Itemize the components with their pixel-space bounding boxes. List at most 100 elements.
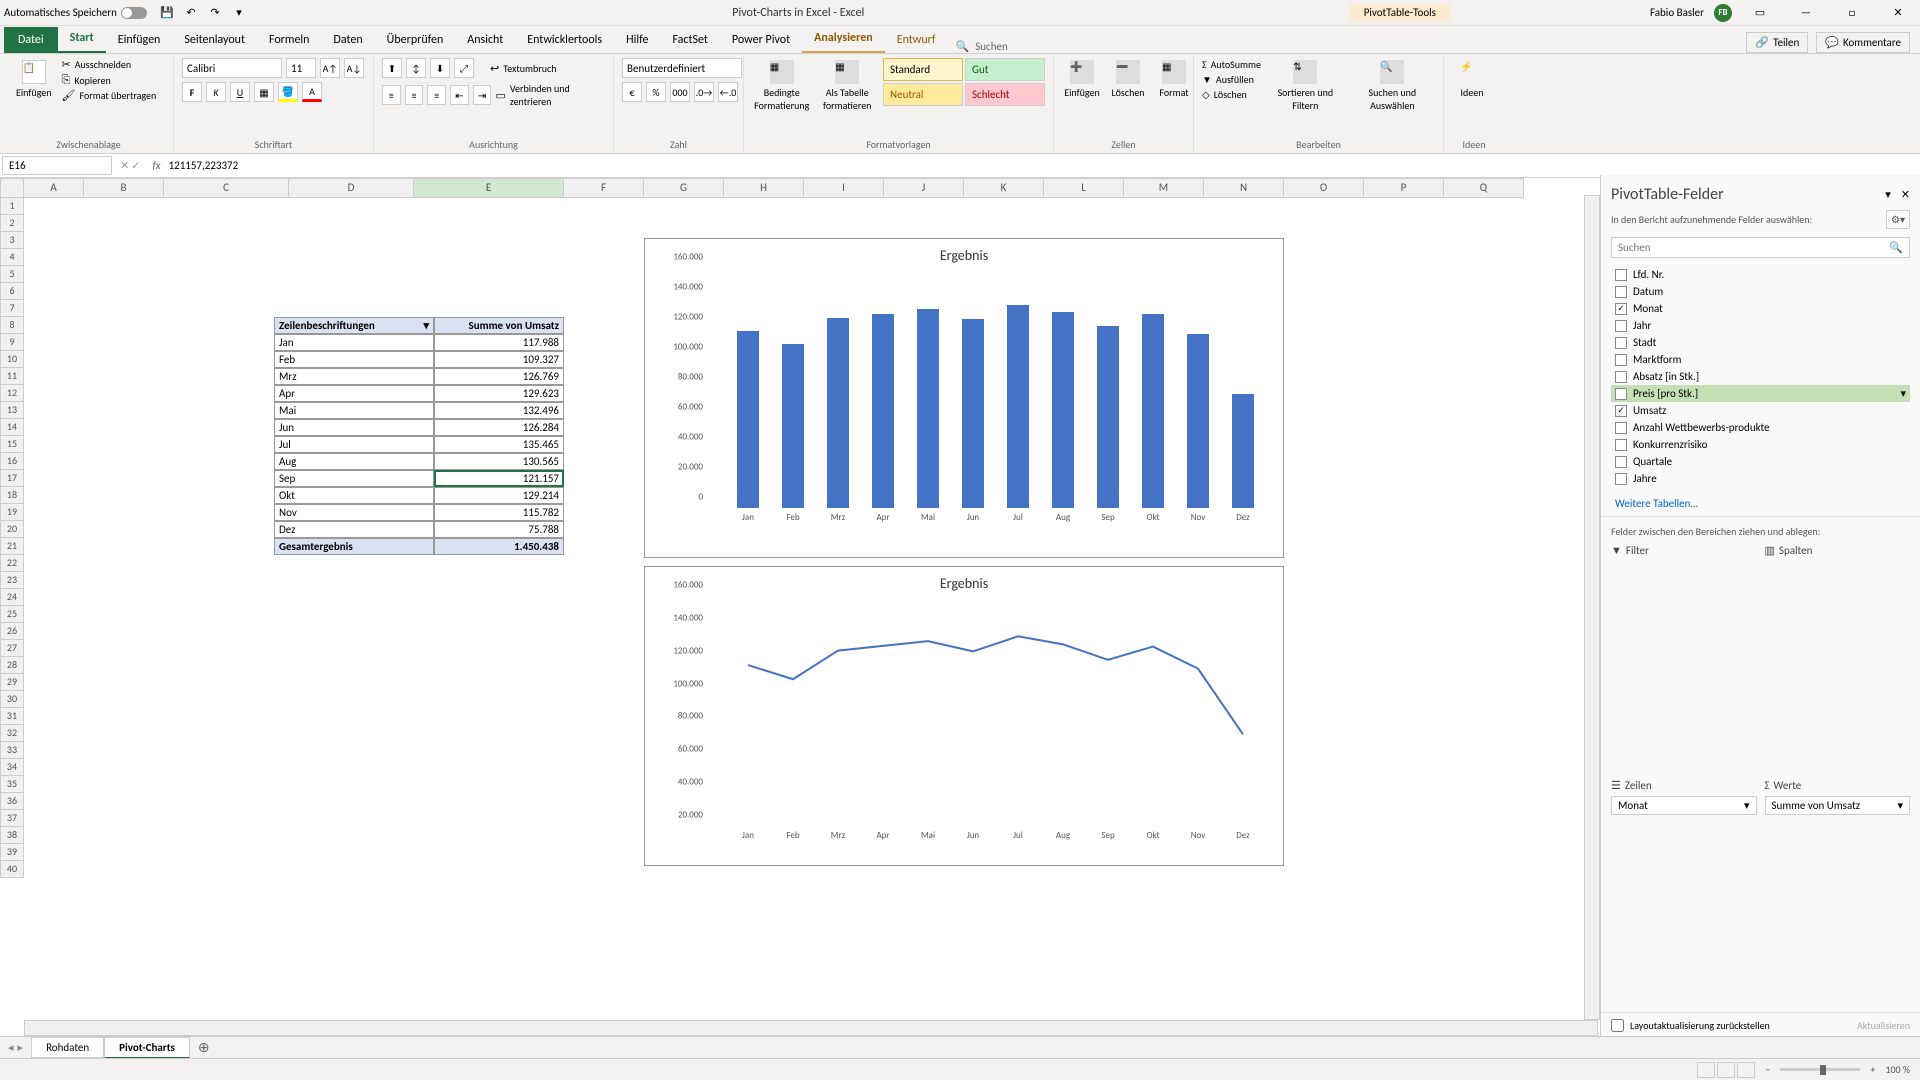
zoom-slider[interactable] (1780, 1068, 1860, 1071)
field-checkbox[interactable] (1615, 320, 1627, 332)
fill-button[interactable]: ▼Ausfüllen (1202, 73, 1261, 86)
find-select-button[interactable]: 🔍Suchen und Auswählen (1350, 58, 1435, 114)
field-checkbox[interactable] (1615, 371, 1627, 383)
bar[interactable] (872, 314, 894, 508)
format-cells-button[interactable]: ▦Format (1154, 58, 1194, 101)
bar[interactable] (827, 318, 849, 508)
column-header[interactable]: O (1284, 178, 1364, 198)
style-bad[interactable]: Schlecht (965, 83, 1045, 106)
format-as-table-button[interactable]: ▦Als Tabelle formatieren (817, 58, 877, 114)
more-tables-link[interactable]: Weitere Tabellen… (1601, 491, 1920, 516)
copy-button[interactable]: ⎘Kopieren (62, 73, 157, 87)
field-item[interactable]: Preis [pro Stk.]▾ (1611, 385, 1910, 402)
tell-me-search[interactable]: 🔍 Suchen (956, 40, 1008, 53)
underline-button[interactable]: U (230, 82, 250, 102)
field-item[interactable]: Lfd. Nr. (1611, 266, 1910, 283)
orientation-icon[interactable]: ⤢ (454, 58, 474, 78)
tab-factset[interactable]: FactSet (660, 27, 719, 53)
sheet-nav-first-icon[interactable]: ◂ (8, 1041, 14, 1054)
bar[interactable] (737, 331, 759, 508)
zoom-level[interactable]: 100 % (1885, 1063, 1910, 1076)
dropdown-icon[interactable]: ▾ (423, 318, 429, 333)
column-header[interactable]: H (724, 178, 804, 198)
row-header[interactable]: 31 (0, 708, 24, 725)
row-header[interactable]: 40 (0, 861, 24, 878)
row-header[interactable]: 1 (0, 198, 24, 215)
row-header[interactable]: 26 (0, 623, 24, 640)
file-tab[interactable]: Datei (4, 27, 58, 53)
column-header[interactable]: P (1364, 178, 1444, 198)
column-header[interactable]: K (964, 178, 1044, 198)
tab-analysieren[interactable]: Analysieren (802, 25, 885, 53)
row-header[interactable]: 5 (0, 266, 24, 283)
field-item[interactable]: Marktform (1611, 351, 1910, 368)
field-checkbox[interactable] (1615, 337, 1627, 349)
field-checkbox[interactable] (1615, 439, 1627, 451)
row-header[interactable]: 34 (0, 759, 24, 776)
align-right-icon[interactable]: ≡ (427, 85, 446, 105)
maximize-icon[interactable]: □ (1834, 3, 1870, 23)
row-header[interactable]: 39 (0, 844, 24, 861)
field-checkbox[interactable] (1615, 388, 1627, 400)
accept-formula-icon[interactable]: ✓ (131, 159, 140, 172)
close-icon[interactable]: ✕ (1880, 3, 1916, 23)
fill-color-button[interactable]: 🪣 (278, 82, 298, 102)
field-search[interactable]: 🔍 (1611, 237, 1910, 258)
align-middle-icon[interactable]: ↕ (406, 58, 426, 78)
tab-seitenlayout[interactable]: Seitenlayout (172, 27, 257, 53)
values-drop-zone[interactable]: ΣWerte Summe von Umsatz▾ (1765, 777, 1911, 1004)
tab-daten[interactable]: Daten (321, 27, 374, 53)
tab-powerpivot[interactable]: Power Pivot (720, 27, 802, 53)
indent-increase-icon[interactable]: ⇥ (473, 85, 492, 105)
column-header[interactable]: Q (1444, 178, 1524, 198)
align-bottom-icon[interactable]: ⬇ (430, 58, 450, 78)
row-header[interactable]: 23 (0, 572, 24, 589)
row-header[interactable]: 36 (0, 793, 24, 810)
tab-formeln[interactable]: Formeln (257, 27, 321, 53)
column-header[interactable]: M (1124, 178, 1204, 198)
row-header[interactable]: 2 (0, 215, 24, 232)
ribbon-display-icon[interactable]: ▭ (1742, 3, 1778, 23)
pane-menu-icon[interactable]: ▾ (1885, 188, 1891, 201)
chevron-down-icon[interactable]: ▾ (1744, 799, 1750, 812)
normal-view-icon[interactable] (1697, 1062, 1715, 1078)
rows-drop-zone[interactable]: ☰Zeilen Monat▾ (1611, 777, 1757, 1004)
autosum-button[interactable]: ΣAutoSumme (1202, 58, 1261, 71)
decrease-decimal-icon[interactable]: ←.0 (718, 82, 738, 102)
accounting-format-icon[interactable]: € (622, 82, 642, 102)
column-header[interactable]: E (414, 178, 564, 198)
wrap-text-button[interactable]: ↩Textumbruch (490, 62, 556, 75)
row-header[interactable]: 10 (0, 351, 24, 368)
bar[interactable] (962, 319, 984, 508)
row-header[interactable]: 7 (0, 300, 24, 317)
field-checkbox[interactable] (1615, 354, 1627, 366)
tab-ueberpruefen[interactable]: Überprüfen (375, 27, 456, 53)
column-header[interactable]: D (289, 178, 414, 198)
toggle-switch[interactable] (121, 7, 147, 19)
field-checkbox[interactable] (1615, 473, 1627, 485)
field-item[interactable]: Quartale (1611, 453, 1910, 470)
column-header[interactable]: F (564, 178, 644, 198)
row-header[interactable]: 28 (0, 657, 24, 674)
align-left-icon[interactable]: ≡ (382, 85, 401, 105)
field-checkbox[interactable]: ✓ (1615, 303, 1627, 315)
select-all-corner[interactable] (0, 178, 24, 198)
format-painter-button[interactable]: 🖌Format übertragen (62, 89, 157, 102)
conditional-formatting-button[interactable]: ▦Bedingte Formatierung (752, 58, 811, 114)
row-header[interactable]: 9 (0, 334, 24, 351)
vertical-scrollbar[interactable] (1584, 195, 1600, 1020)
row-header[interactable]: 30 (0, 691, 24, 708)
row-field-item[interactable]: Monat▾ (1611, 796, 1757, 815)
bar[interactable] (782, 344, 804, 508)
column-header[interactable]: B (84, 178, 164, 198)
pivot-row-header[interactable]: Zeilenbeschriftungen▾ (274, 317, 434, 334)
row-header[interactable]: 17 (0, 470, 24, 487)
save-icon[interactable]: 💾 (159, 5, 175, 21)
row-header[interactable]: 38 (0, 827, 24, 844)
field-item[interactable]: Absatz [in Stk.] (1611, 368, 1910, 385)
field-item[interactable]: Anzahl Wettbewerbs-produkte (1611, 419, 1910, 436)
row-header[interactable]: 21 (0, 538, 24, 555)
decrease-font-icon[interactable]: A↓ (344, 58, 364, 78)
fx-icon[interactable]: fx (146, 159, 166, 172)
row-header[interactable]: 18 (0, 487, 24, 504)
